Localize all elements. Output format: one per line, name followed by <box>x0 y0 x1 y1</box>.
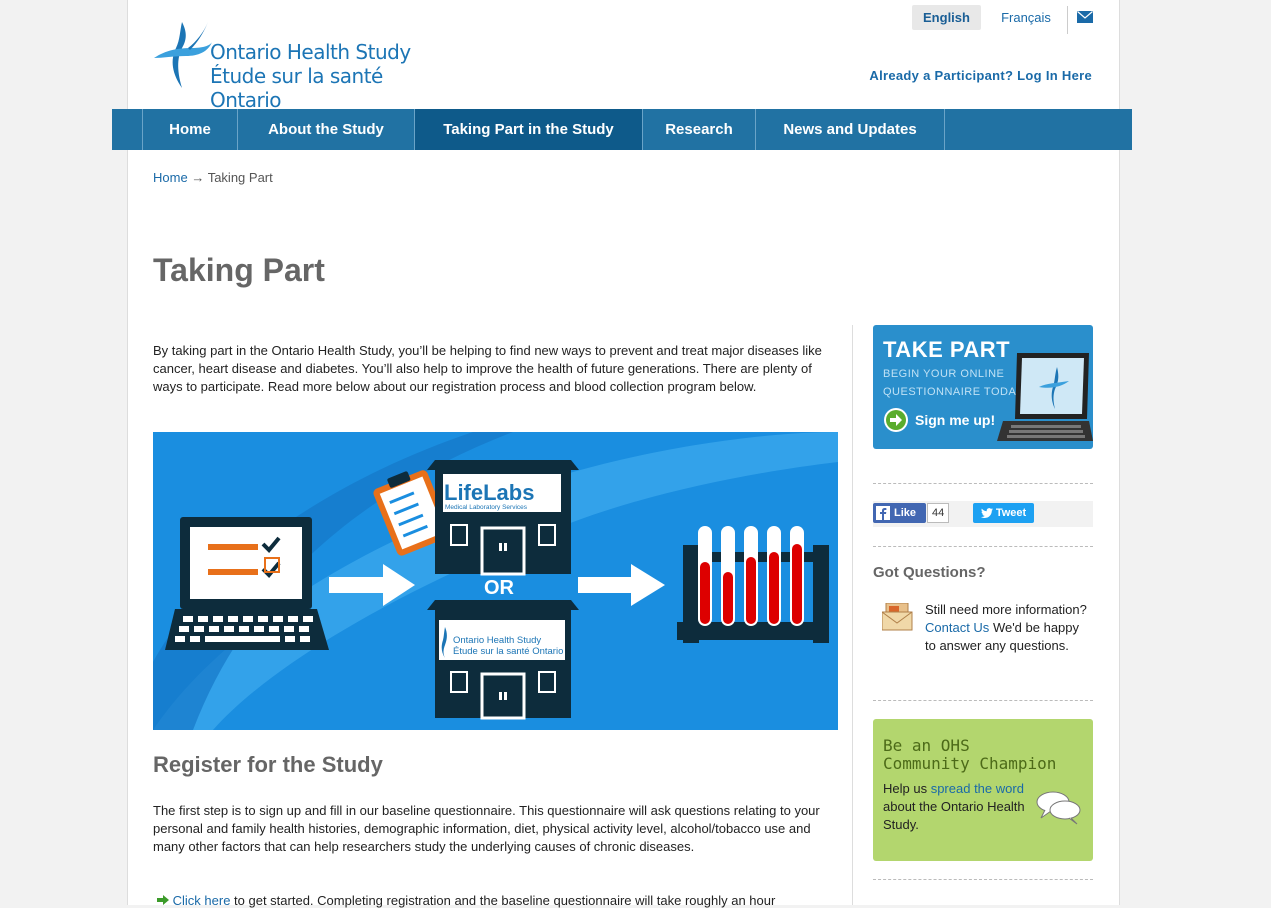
nav-item-taking-part[interactable]: Taking Part in the Study <box>414 109 642 150</box>
registration-process-illustration: LifeLabs Medical Laboratory Services OR … <box>153 432 838 730</box>
tweet-button[interactable]: Tweet <box>973 503 1034 523</box>
email-icon[interactable] <box>1077 11 1093 23</box>
champion-title-line1: Be an OHS <box>883 736 970 755</box>
dragonfly-logo-icon <box>154 22 212 88</box>
participant-login-link[interactable]: Already a Participant? Log In Here <box>869 68 1092 83</box>
champion-title: Be an OHS Community Champion <box>883 737 1056 773</box>
breadcrumb-home-link[interactable]: Home <box>153 170 188 185</box>
register-paragraph: The first step is to sign up and fill in… <box>153 803 820 854</box>
ohs-line1: Ontario Health Study <box>453 635 541 646</box>
sign-me-up-label: Sign me up! <box>915 412 996 428</box>
or-label: OR <box>484 577 515 599</box>
spread-the-word-link[interactable]: spread the word <box>931 781 1024 796</box>
logo-line-en: Ontario Health Study <box>210 40 411 64</box>
ohs-building-icon: Ontario Health Study Étude sur la santé … <box>427 600 579 720</box>
like-count: 44 <box>927 503 950 523</box>
nav-item-news-and-updates[interactable]: News and Updates <box>755 109 944 150</box>
laptop-icon <box>997 353 1093 441</box>
register-section-title: Register for the Study <box>153 752 383 777</box>
lifelabs-name: LifeLabs <box>444 480 534 505</box>
divider <box>873 879 1093 880</box>
lang-english-button[interactable]: English <box>912 5 981 30</box>
social-buttons: Like 44 Tweet <box>873 501 1093 527</box>
logo-line-fr: Étude sur la santé Ontario <box>210 64 383 112</box>
header-divider <box>1067 6 1068 34</box>
divider <box>873 546 1093 547</box>
laptop-icon <box>165 517 329 650</box>
champion-title-line2: Community Champion <box>883 754 1057 773</box>
breadcrumb-separator: → <box>191 170 205 185</box>
nav-item-about-the-study[interactable]: About the Study <box>237 109 414 150</box>
intro-paragraph: By taking part in the Ontario Health Stu… <box>153 343 822 394</box>
envelope-icon <box>882 603 913 631</box>
facebook-like-label: Like <box>894 507 917 519</box>
facebook-icon <box>876 506 890 520</box>
tweet-label: Tweet <box>995 507 1027 519</box>
green-arrow-icon <box>157 895 169 905</box>
site-logo[interactable]: Ontario Health Study Étude sur la santé … <box>152 18 452 112</box>
facebook-like-button[interactable]: Like <box>873 503 926 523</box>
breadcrumb: Home → Taking Part <box>153 170 273 185</box>
speech-bubbles-icon <box>1036 791 1081 825</box>
champion-text: Help us spread the word about the Ontari… <box>883 780 1033 834</box>
intro-block: By taking part in the Ontario Health Stu… <box>153 342 833 396</box>
logo-wordmark: Ontario Health Study Étude sur la santé … <box>210 40 452 112</box>
nav-divider <box>944 109 945 150</box>
champion-text-after: about the Ontario Health Study. <box>883 799 1025 832</box>
lifelabs-sub: Medical Laboratory Services <box>445 504 528 511</box>
take-part-banner[interactable]: TAKE PART BEGIN YOUR ONLINE QUESTIONNAIR… <box>873 325 1093 449</box>
page-title: Taking Part <box>153 252 325 288</box>
arrow-circle-icon <box>884 408 908 432</box>
nav-item-home[interactable]: Home <box>142 109 237 150</box>
take-part-title: TAKE PART <box>883 337 1011 362</box>
champion-text-before: Help us <box>883 781 928 796</box>
click-here-link[interactable]: Click here <box>173 893 231 908</box>
community-champion-box: Be an OHS Community Champion Help us spr… <box>873 719 1093 861</box>
divider <box>873 700 1093 701</box>
ohs-line2: Étude sur la santé Ontario <box>453 646 563 657</box>
contact-us-link[interactable]: Contact Us <box>925 620 989 635</box>
sidebar-divider <box>852 325 853 905</box>
nav-item-research[interactable]: Research <box>642 109 755 150</box>
get-started-line: Click here to get started. Completing re… <box>157 893 775 908</box>
main-nav: Home About the Study Taking Part in the … <box>112 109 1132 150</box>
got-questions-title: Got Questions? <box>873 564 986 581</box>
sign-me-up-button[interactable]: Sign me up! <box>883 407 995 433</box>
questions-text-before: Still need more information? <box>925 602 1087 617</box>
questions-text: Still need more information? Contact Us … <box>925 601 1090 655</box>
breadcrumb-current: Taking Part <box>207 170 273 185</box>
divider <box>873 483 1093 484</box>
get-started-text: to get started. Completing registration … <box>234 893 776 908</box>
lang-french-link[interactable]: Français <box>998 5 1054 30</box>
twitter-bird-icon <box>980 508 993 518</box>
lifelabs-building-icon: LifeLabs Medical Laboratory Services <box>427 460 579 576</box>
